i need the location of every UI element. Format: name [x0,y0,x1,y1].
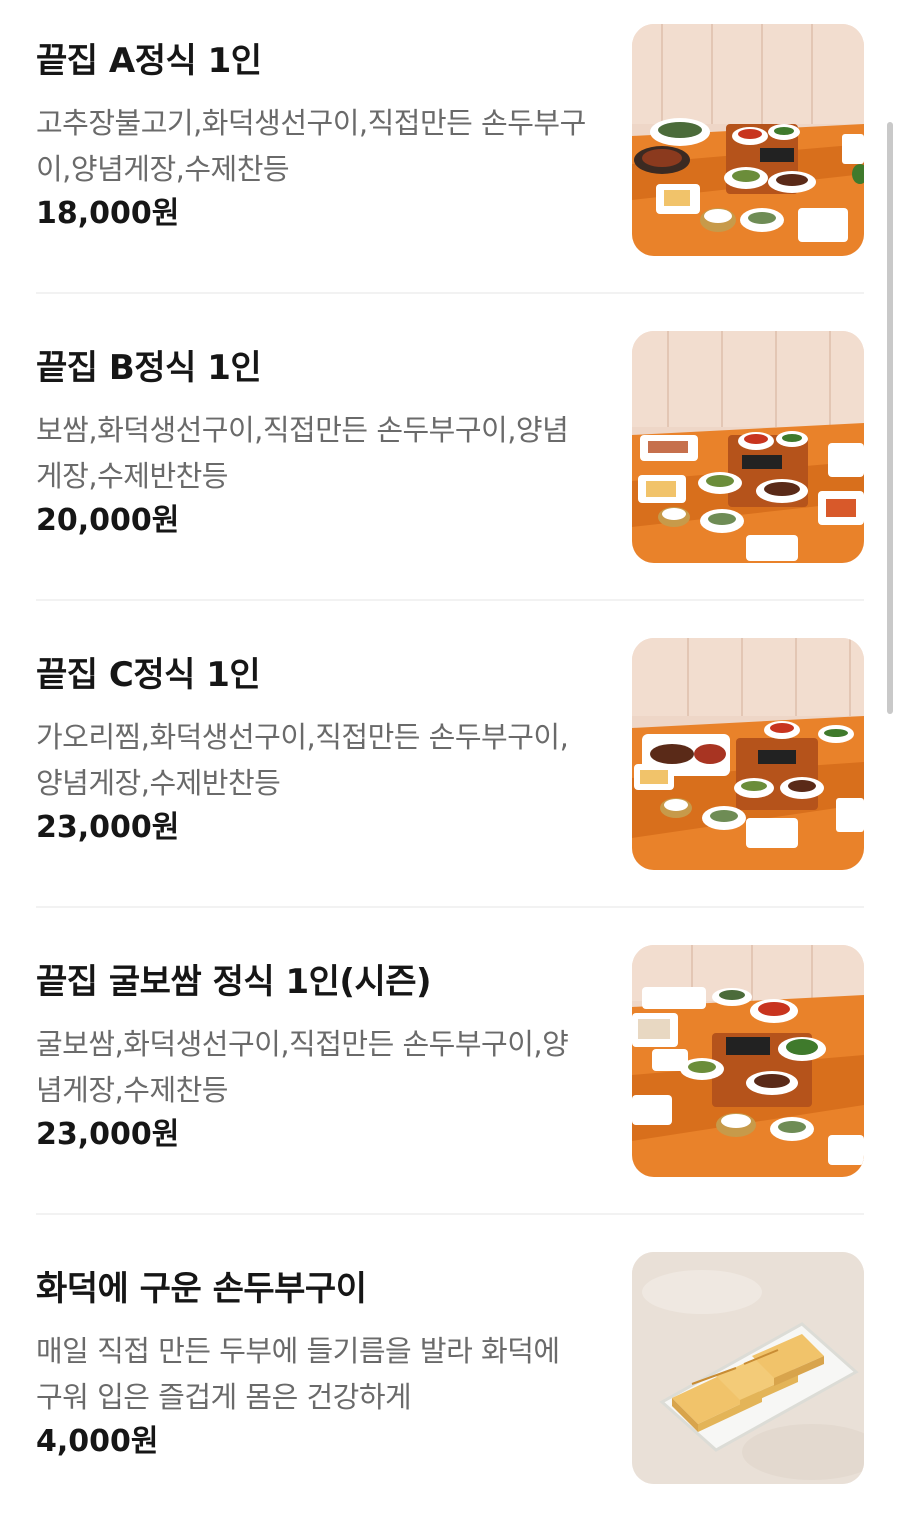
menu-item-name: 끝집 C정식 1인 [36,655,261,695]
grilled-tofu-photo [632,1252,864,1484]
scrollbar[interactable] [887,122,893,714]
menu-item-description: 보쌈,화덕생선구이,직접만든 손두부구이,양념게장,수제반찬등 [36,413,569,493]
menu-item-price: 23,000원 [36,1117,180,1152]
menu-list: 끝집 A정식 1인 고추장불고기,화덕생선구이,직접만든 손두부구이,양념게장,… [0,0,900,1493]
table-set-photo [632,638,864,870]
table-set-photo [632,24,864,256]
table-set-photo [632,945,864,1177]
menu-item-name: 끝집 B정식 1인 [36,348,262,388]
menu-item[interactable]: 화덕에 구운 손두부구이 매일 직접 만든 두부에 들기름을 발라 화덕에 구워… [36,1228,864,1534]
menu-item[interactable]: 끝집 A정식 1인 고추장불고기,화덕생선구이,직접만든 손두부구이,양념게장,… [36,0,864,306]
menu-item-photo[interactable] [632,331,864,563]
menu-item-description: 굴보쌈,화덕생선구이,직접만든 손두부구이,양념게장,수제찬등 [36,1027,569,1107]
menu-item-price: 4,000원 [36,1424,159,1459]
menu-item-price: 20,000원 [36,503,180,538]
menu-item-photo[interactable] [632,945,864,1177]
table-set-photo [632,331,864,563]
menu-item-name: 화덕에 구운 손두부구이 [36,1269,367,1309]
menu-item[interactable]: 끝집 B정식 1인 보쌈,화덕생선구이,직접만든 손두부구이,양념게장,수제반찬… [36,307,864,613]
menu-item-photo[interactable] [632,638,864,870]
menu-item-description: 매일 직접 만든 두부에 들기름을 발라 화덕에 구워 입은 즐겁게 몸은 건강… [36,1334,560,1414]
menu-item-description: 가오리찜,화덕생선구이,직접만든 손두부구이,양념게장,수제반찬등 [36,720,569,800]
menu-item-name: 끝집 A정식 1인 [36,41,262,81]
menu-item-photo[interactable] [632,24,864,256]
menu-item-name: 끝집 굴보쌈 정식 1인(시즌) [36,962,432,1002]
menu-item[interactable]: 끝집 C정식 1인 가오리찜,화덕생선구이,직접만든 손두부구이,양념게장,수제… [36,614,864,920]
menu-item-price: 23,000원 [36,810,180,845]
divider [36,1213,864,1215]
divider [36,292,864,294]
divider [36,906,864,908]
menu-item[interactable]: 끝집 굴보쌈 정식 1인(시즌) 굴보쌈,화덕생선구이,직접만든 손두부구이,양… [36,921,864,1227]
menu-item-photo[interactable] [632,1252,864,1484]
divider [36,599,864,601]
menu-item-description: 고추장불고기,화덕생선구이,직접만든 손두부구이,양념게장,수제찬등 [36,106,586,186]
menu-item-price: 18,000원 [36,196,180,231]
